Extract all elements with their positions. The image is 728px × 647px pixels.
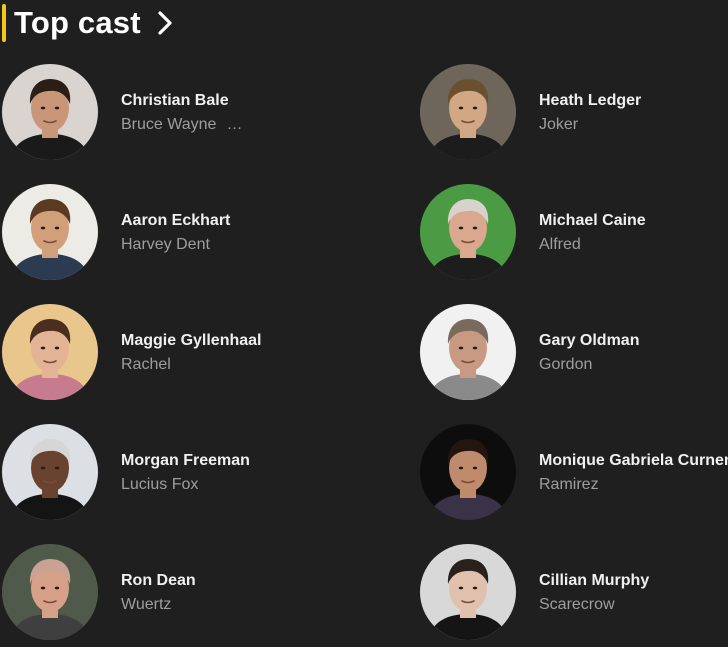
cast-item[interactable]: Morgan Freeman Lucius Fox xyxy=(2,424,312,522)
cast-item[interactable]: Heath Ledger Joker xyxy=(420,64,728,162)
actor-photo[interactable] xyxy=(2,424,98,520)
actor-photo[interactable] xyxy=(2,64,98,160)
actor-name[interactable]: Cillian Murphy xyxy=(539,572,649,590)
character-name: Lucius Fox xyxy=(121,476,199,493)
character-name: Rachel xyxy=(121,356,171,373)
chevron-right-icon[interactable] xyxy=(155,10,175,36)
top-cast-section: Top cast Christian Bale Bruce Wayne … Hea… xyxy=(0,0,728,647)
character-name-text: Bruce Wayne xyxy=(121,116,217,133)
actor-name[interactable]: Michael Caine xyxy=(539,212,646,230)
actor-name[interactable]: Heath Ledger xyxy=(539,92,641,110)
section-title: Top cast xyxy=(14,5,141,40)
cast-item[interactable]: Cillian Murphy Scarecrow xyxy=(420,544,728,642)
character-name: Wuertz xyxy=(121,596,172,613)
actor-name[interactable]: Monique Gabriela Curnen xyxy=(539,452,728,470)
actor-photo[interactable] xyxy=(2,184,98,280)
cast-item[interactable]: Ron Dean Wuertz xyxy=(2,544,312,642)
character-name: Gordon xyxy=(539,356,593,373)
actor-photo[interactable] xyxy=(420,304,516,400)
actor-photo[interactable] xyxy=(420,544,516,640)
cast-item[interactable]: Aaron Eckhart Harvey Dent xyxy=(2,184,312,282)
actor-photo[interactable] xyxy=(2,544,98,640)
actor-name[interactable]: Morgan Freeman xyxy=(121,452,250,470)
actor-photo[interactable] xyxy=(420,64,516,160)
character-name: Bruce Wayne … xyxy=(121,116,242,134)
actor-name[interactable]: Ron Dean xyxy=(121,572,196,590)
character-name: Alfred xyxy=(539,236,581,253)
character-name: Joker xyxy=(539,116,579,133)
character-name: Scarecrow xyxy=(539,596,615,613)
cast-item[interactable]: Monique Gabriela Curnen Ramirez xyxy=(420,424,728,522)
actor-name[interactable]: Aaron Eckhart xyxy=(121,212,230,230)
character-name: Ramirez xyxy=(539,476,599,493)
character-name: Harvey Dent xyxy=(121,236,210,253)
top-cast-header[interactable]: Top cast xyxy=(0,3,175,43)
cast-item[interactable]: Christian Bale Bruce Wayne … xyxy=(2,64,312,162)
cast-item[interactable]: Maggie Gyllenhaal Rachel xyxy=(2,304,312,402)
cast-item[interactable]: Gary Oldman Gordon xyxy=(420,304,728,402)
actor-photo[interactable] xyxy=(420,184,516,280)
actor-name[interactable]: Maggie Gyllenhaal xyxy=(121,332,261,350)
more-roles-indicator: … xyxy=(226,116,243,133)
actor-name[interactable]: Gary Oldman xyxy=(539,332,639,350)
cast-item[interactable]: Michael Caine Alfred xyxy=(420,184,728,282)
actor-photo[interactable] xyxy=(2,304,98,400)
actor-photo[interactable] xyxy=(420,424,516,520)
actor-name[interactable]: Christian Bale xyxy=(121,92,229,110)
accent-bar xyxy=(2,4,6,42)
